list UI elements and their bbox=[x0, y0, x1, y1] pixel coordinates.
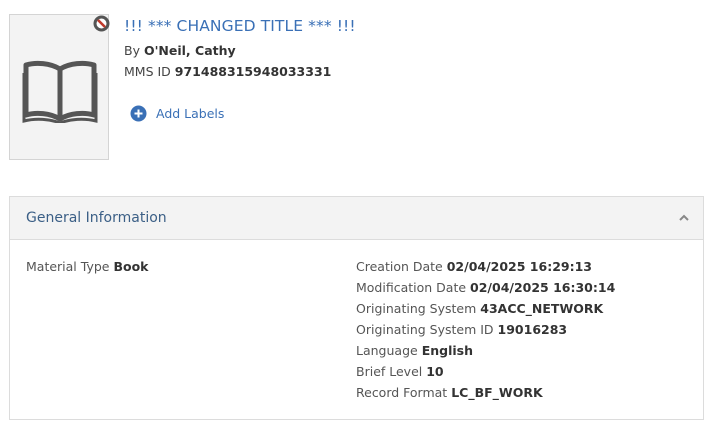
field-brief-level: Brief Level 10 bbox=[356, 364, 444, 379]
field-value: 02/04/2025 16:29:13 bbox=[446, 259, 592, 274]
no-entry-icon bbox=[93, 15, 110, 32]
field-originating-system-id: Originating System ID 19016283 bbox=[356, 322, 567, 337]
field-material-type: Material Type Book bbox=[26, 259, 148, 274]
field-value: 19016283 bbox=[497, 322, 568, 337]
record-thumbnail bbox=[9, 14, 110, 160]
field-modification-date: Modification Date 02/04/2025 16:30:14 bbox=[356, 280, 615, 295]
chevron-up-icon[interactable] bbox=[677, 211, 691, 225]
general-information-panel: General Information Material Type Book C… bbox=[9, 196, 704, 420]
panel-title: General Information bbox=[26, 210, 167, 226]
open-book-icon bbox=[22, 60, 98, 123]
field-language: Language English bbox=[356, 343, 473, 358]
field-label: Originating System ID bbox=[356, 322, 494, 337]
field-value: LC_BF_WORK bbox=[451, 385, 543, 400]
field-label: Brief Level bbox=[356, 364, 423, 379]
mms-id-value: 971488315948033331 bbox=[174, 64, 332, 79]
field-value: Book bbox=[113, 259, 149, 274]
mms-id-label: MMS ID bbox=[124, 64, 171, 79]
author-name: O'Neil, Cathy bbox=[143, 43, 236, 58]
field-value: 10 bbox=[426, 364, 444, 379]
field-label: Modification Date bbox=[356, 280, 467, 295]
plus-circle-icon bbox=[130, 105, 147, 121]
author-line: By O'Neil, Cathy bbox=[124, 43, 236, 58]
record-title[interactable]: !!! *** CHANGED TITLE *** !!! bbox=[124, 17, 356, 35]
field-label: Creation Date bbox=[356, 259, 443, 274]
field-label: Language bbox=[356, 343, 418, 358]
add-labels-label: Add Labels bbox=[156, 105, 225, 121]
by-prefix: By bbox=[124, 43, 140, 58]
field-value: 02/04/2025 16:30:14 bbox=[470, 280, 616, 295]
field-label: Originating System bbox=[356, 301, 477, 316]
field-label: Material Type bbox=[26, 259, 110, 274]
add-labels-button[interactable]: Add Labels bbox=[130, 103, 224, 123]
field-creation-date: Creation Date 02/04/2025 16:29:13 bbox=[356, 259, 592, 274]
field-value: English bbox=[421, 343, 473, 358]
mms-id-line: MMS ID 971488315948033331 bbox=[124, 64, 331, 79]
field-label: Record Format bbox=[356, 385, 448, 400]
field-value: 43ACC_NETWORK bbox=[480, 301, 604, 316]
field-originating-system: Originating System 43ACC_NETWORK bbox=[356, 301, 603, 316]
field-record-format: Record Format LC_BF_WORK bbox=[356, 385, 543, 400]
panel-header[interactable]: General Information bbox=[10, 197, 703, 240]
